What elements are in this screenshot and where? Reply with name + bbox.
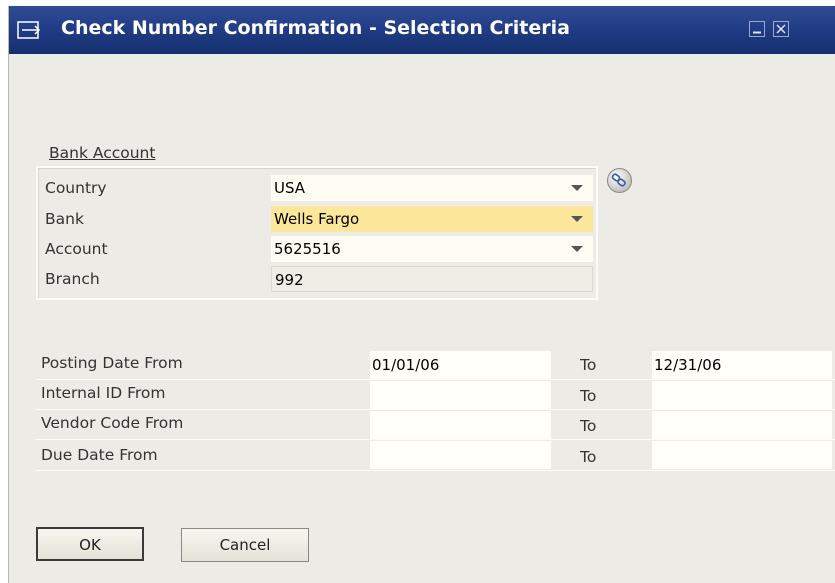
ok-button[interactable]: OK [36, 527, 144, 561]
close-icon[interactable] [773, 21, 789, 37]
posting-date-to-input[interactable]: 12/31/06 [652, 351, 832, 379]
posting-date-to-value: 12/31/06 [654, 356, 722, 374]
form-icon [17, 21, 41, 39]
bank-label: Bank [45, 210, 84, 228]
due-date-from-input[interactable] [370, 441, 551, 469]
posting-date-from-label: Posting Date From [41, 354, 183, 372]
branch-label: Branch [45, 270, 100, 288]
due-date-from-label: Due Date From [41, 446, 158, 464]
country-label: Country [45, 179, 107, 197]
window-title: Check Number Confirmation - Selection Cr… [61, 17, 570, 39]
account-dropdown[interactable]: 5625516 [271, 236, 593, 262]
internal-id-to-input[interactable] [652, 381, 832, 409]
row-separator [36, 409, 835, 410]
account-label: Account [45, 240, 108, 258]
cancel-button[interactable]: Cancel [181, 528, 309, 562]
posting-date-to-label: To [580, 356, 597, 374]
minimize-icon[interactable] [749, 21, 765, 37]
internal-id-from-input[interactable] [370, 381, 551, 409]
dialog-window: Check Number Confirmation - Selection Cr… [8, 6, 835, 583]
internal-id-to-label: To [580, 387, 597, 405]
bank-account-title[interactable]: Bank Account [49, 144, 155, 162]
dropdown-arrow-icon[interactable] [571, 246, 583, 252]
country-value: USA [274, 179, 306, 197]
posting-date-from-input[interactable]: 01/01/06 [370, 351, 551, 379]
chain-link-icon[interactable] [606, 167, 633, 194]
dropdown-arrow-icon[interactable] [571, 185, 583, 191]
vendor-code-to-label: To [580, 417, 597, 435]
internal-id-from-label: Internal ID From [41, 384, 166, 402]
dropdown-arrow-icon[interactable] [571, 216, 583, 222]
vendor-code-to-input[interactable] [652, 411, 832, 439]
vendor-code-from-label: Vendor Code From [41, 414, 184, 432]
country-dropdown[interactable]: USA [271, 175, 593, 201]
posting-date-from-value: 01/01/06 [372, 356, 440, 374]
account-value: 5625516 [274, 240, 341, 258]
title-bar[interactable]: Check Number Confirmation - Selection Cr… [9, 6, 835, 54]
branch-value: 992 [275, 271, 304, 289]
bank-dropdown[interactable]: Wells Fargo [271, 206, 593, 232]
branch-field: 992 [271, 266, 593, 292]
due-date-to-label: To [580, 448, 597, 466]
row-separator [36, 439, 835, 440]
bank-value: Wells Fargo [274, 210, 360, 228]
due-date-to-input[interactable] [652, 441, 832, 469]
row-separator [36, 470, 835, 471]
row-separator [36, 379, 835, 380]
vendor-code-from-input[interactable] [370, 411, 551, 439]
